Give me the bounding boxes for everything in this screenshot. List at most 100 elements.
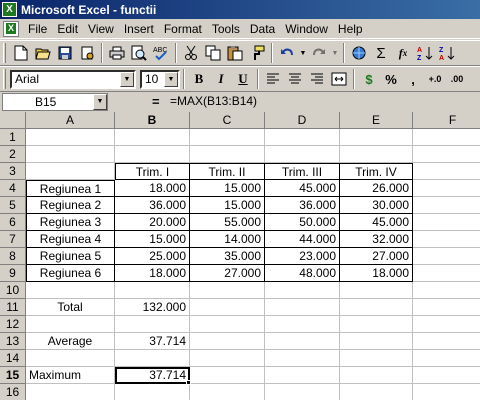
menu-insert[interactable]: Insert: [119, 20, 159, 38]
cell[interactable]: [413, 350, 480, 367]
value-cell[interactable]: 45.000: [265, 180, 340, 197]
row-header-15[interactable]: 15: [0, 367, 26, 384]
row-header-8[interactable]: 8: [0, 248, 26, 265]
row-header-12[interactable]: 12: [0, 316, 26, 333]
insert-hyperlink-icon[interactable]: [348, 42, 370, 64]
value-cell[interactable]: 35.000: [190, 248, 265, 265]
font-name-combo[interactable]: Arial ▼: [10, 69, 136, 89]
chevron-down-icon[interactable]: ▼: [120, 71, 134, 87]
select-all-corner[interactable]: [0, 112, 26, 129]
column-header-a[interactable]: A: [26, 112, 115, 129]
formula-input[interactable]: =MAX(B13:B14): [170, 94, 257, 108]
row-header-4[interactable]: 4: [0, 180, 26, 197]
value-cell[interactable]: 15.000: [190, 180, 265, 197]
region-name-cell[interactable]: Regiunea 6: [26, 265, 115, 282]
cell[interactable]: [26, 282, 115, 299]
format-painter-icon[interactable]: [246, 42, 268, 64]
value-cell[interactable]: 36.000: [115, 197, 190, 214]
cell[interactable]: [413, 129, 480, 146]
row-header-11[interactable]: 11: [0, 299, 26, 316]
cell[interactable]: [265, 129, 340, 146]
cell[interactable]: [265, 367, 340, 384]
cell[interactable]: [413, 316, 480, 333]
cell[interactable]: [190, 367, 265, 384]
value-cell[interactable]: 18.000: [115, 265, 190, 282]
cell[interactable]: [413, 333, 480, 350]
cell[interactable]: [115, 316, 190, 333]
menu-data[interactable]: Data: [245, 20, 280, 38]
cell[interactable]: [413, 265, 480, 282]
cell[interactable]: [190, 384, 265, 400]
column-header-f[interactable]: F: [413, 112, 480, 129]
value-cell[interactable]: 14.000: [190, 231, 265, 248]
menu-tools[interactable]: Tools: [207, 20, 245, 38]
region-name-cell[interactable]: Regiunea 2: [26, 197, 115, 214]
autosum-icon[interactable]: Σ: [370, 42, 392, 64]
decrease-decimal-button[interactable]: .00: [446, 68, 468, 90]
cell[interactable]: [413, 299, 480, 316]
value-cell[interactable]: 44.000: [265, 231, 340, 248]
cut-icon[interactable]: [180, 42, 202, 64]
permission-icon[interactable]: [76, 42, 98, 64]
value-cell[interactable]: 27.000: [190, 265, 265, 282]
cell[interactable]: [413, 146, 480, 163]
cell[interactable]: [340, 333, 413, 350]
italic-button[interactable]: I: [210, 68, 232, 90]
cell[interactable]: [26, 350, 115, 367]
save-icon[interactable]: [54, 42, 76, 64]
cell[interactable]: [26, 316, 115, 333]
toolbar-grip[interactable]: [3, 43, 6, 63]
value-cell[interactable]: 32.000: [340, 231, 413, 248]
value-cell[interactable]: 15.000: [115, 231, 190, 248]
open-folder-icon[interactable]: [32, 42, 54, 64]
font-size-combo[interactable]: 10 ▼: [140, 69, 180, 89]
cell[interactable]: [413, 248, 480, 265]
cell[interactable]: [340, 367, 413, 384]
total-label[interactable]: Total: [26, 299, 115, 316]
value-cell[interactable]: 45.000: [340, 214, 413, 231]
value-cell[interactable]: 30.000: [340, 197, 413, 214]
cell[interactable]: [340, 146, 413, 163]
cell[interactable]: [115, 350, 190, 367]
cell[interactable]: [190, 146, 265, 163]
cell[interactable]: [413, 282, 480, 299]
sort-descending-icon[interactable]: ZA: [436, 42, 458, 64]
average-label[interactable]: Average: [26, 333, 115, 350]
cell[interactable]: [190, 282, 265, 299]
value-cell[interactable]: 27.000: [340, 248, 413, 265]
total-value[interactable]: 132.000: [115, 299, 190, 316]
region-name-cell[interactable]: Regiunea 4: [26, 231, 115, 248]
cell[interactable]: [413, 180, 480, 197]
cell[interactable]: [265, 316, 340, 333]
value-cell[interactable]: 20.000: [115, 214, 190, 231]
value-cell[interactable]: 23.000: [265, 248, 340, 265]
cell[interactable]: [340, 282, 413, 299]
value-cell[interactable]: 25.000: [115, 248, 190, 265]
cell[interactable]: [115, 146, 190, 163]
cell[interactable]: [413, 214, 480, 231]
cell[interactable]: [26, 384, 115, 400]
cell[interactable]: [340, 384, 413, 400]
value-cell[interactable]: 18.000: [340, 265, 413, 282]
cell[interactable]: [340, 350, 413, 367]
currency-style-button[interactable]: $: [358, 68, 380, 90]
value-cell[interactable]: 36.000: [265, 197, 340, 214]
menu-edit[interactable]: Edit: [52, 20, 83, 38]
cell[interactable]: [26, 146, 115, 163]
cell[interactable]: [265, 282, 340, 299]
toolbar-grip[interactable]: [3, 69, 6, 89]
align-right-icon[interactable]: [306, 68, 328, 90]
quarter-header[interactable]: Trim. III: [265, 163, 340, 180]
redo-icon[interactable]: [308, 42, 330, 64]
row-header-2[interactable]: 2: [0, 146, 26, 163]
value-cell[interactable]: 15.000: [190, 197, 265, 214]
percent-style-button[interactable]: %: [380, 68, 402, 90]
row-header-5[interactable]: 5: [0, 197, 26, 214]
edit-formula-button[interactable]: =: [152, 94, 160, 109]
align-left-icon[interactable]: [262, 68, 284, 90]
row-header-13[interactable]: 13: [0, 333, 26, 350]
cell[interactable]: [413, 384, 480, 400]
value-cell[interactable]: 55.000: [190, 214, 265, 231]
print-icon[interactable]: [106, 42, 128, 64]
menu-help[interactable]: Help: [333, 20, 368, 38]
